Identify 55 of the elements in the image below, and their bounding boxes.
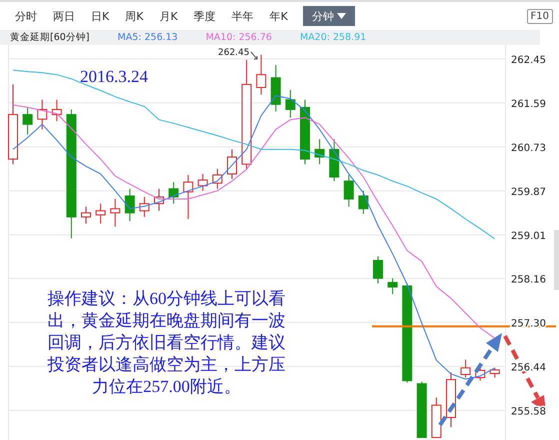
price-axis-label: 261.59	[511, 98, 546, 110]
candlestick	[110, 198, 120, 228]
price-axis-label: 259.01	[511, 230, 546, 242]
price-axis-label: 259.87	[511, 186, 546, 198]
candlestick	[52, 99, 62, 122]
candlestick	[373, 256, 383, 284]
candlestick	[22, 106, 33, 136]
period-tab[interactable]: 两日	[46, 6, 82, 26]
price-axis-label: 260.73	[511, 142, 546, 154]
period-tab[interactable]: 季度	[186, 6, 223, 26]
advice-text: 操作建议：从60分钟线上可以看出，黄金延期在晚盘期间有一波回调，后方依旧看空行情。建议投资者以逢高做空为主，上方压力位在257.00附近。	[46, 288, 286, 398]
candlestick	[37, 99, 48, 130]
period-tab[interactable]: 日K	[84, 6, 116, 26]
period-tab[interactable]: 分时	[8, 6, 44, 26]
period-tab[interactable]: 年K	[262, 6, 295, 26]
instrument-title: 黄金延期[60分钟]	[10, 31, 90, 44]
candlestick	[96, 203, 106, 224]
period-tab[interactable]: 半年	[224, 6, 261, 26]
candlestick	[198, 173, 208, 192]
candlestick	[329, 138, 340, 182]
candlestick	[212, 168, 222, 190]
candlestick	[388, 278, 398, 295]
candlestick	[314, 138, 325, 165]
candlestick	[154, 188, 164, 212]
candlestick	[270, 64, 281, 112]
price-axis-label: 255.58	[511, 406, 546, 418]
candlestick	[460, 359, 471, 378]
candlestick	[227, 148, 237, 180]
candlestick	[183, 174, 194, 220]
price-axis-label: 262.45	[511, 54, 546, 66]
pointer-icon	[250, 52, 258, 60]
period-tab[interactable]: 月K	[152, 6, 185, 26]
moving-average-label: MA10: 256.76	[206, 32, 272, 43]
candlestick	[358, 190, 368, 214]
max-price-label: 262.45	[218, 48, 250, 58]
candlestick	[490, 367, 500, 378]
candlestick	[124, 188, 135, 222]
scroll-handle[interactable]	[554, 230, 559, 290]
candlestick	[285, 90, 296, 118]
candlestick	[300, 99, 310, 165]
candlestick	[139, 196, 150, 218]
candlestick	[344, 174, 354, 208]
candlestick	[81, 206, 91, 224]
candlestick	[446, 372, 456, 428]
caret-icon	[336, 13, 346, 19]
moving-average-label: MA5: 256.13	[118, 32, 178, 43]
period-tab[interactable]: 分钟	[302, 6, 355, 26]
f10-button[interactable]: F10	[526, 8, 553, 24]
candlestick	[168, 182, 179, 204]
candlestick	[256, 54, 266, 96]
candlestick	[416, 381, 427, 438]
moving-average-label: MA20: 258.91	[300, 32, 366, 43]
period-tab[interactable]: 周K	[118, 6, 150, 26]
price-axis-label: 258.16	[511, 274, 546, 286]
date-note: 2016.3.24	[80, 67, 148, 87]
